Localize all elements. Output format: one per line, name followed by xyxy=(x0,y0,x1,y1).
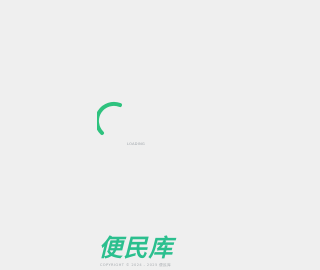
spinner-arc xyxy=(97,101,122,135)
copyright-footer: COPYRIGHT © 2024 - 2025 便民库 xyxy=(99,263,172,267)
brand-logo: 便民库 xyxy=(98,234,174,262)
loading-spinner-icon xyxy=(97,101,122,135)
loading-screen: LOADING 便民库 COPYRIGHT © 2024 - 2025 便民库 xyxy=(0,0,271,270)
loading-label: LOADING xyxy=(126,142,146,146)
